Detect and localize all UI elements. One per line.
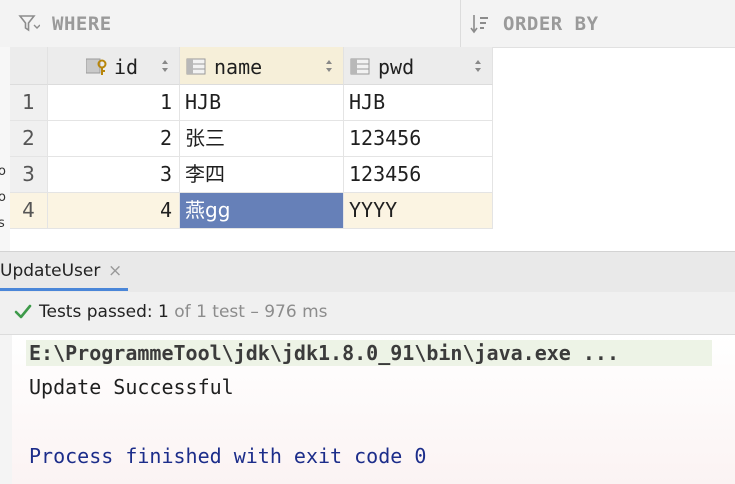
cell-id[interactable]: 1 <box>48 85 180 121</box>
console-exit-line: Process finished with exit code 0 <box>29 444 427 468</box>
test-status-text: Tests passed: 1 of 1 test – 976 ms <box>39 302 328 322</box>
status-prefix: Tests passed: <box>39 302 159 322</box>
sort-arrows-icon[interactable] <box>473 59 483 73</box>
cell-pwd[interactable]: HJB <box>344 85 493 121</box>
active-tab-indicator <box>0 288 128 291</box>
gutter-fragment: s <box>0 216 5 231</box>
status-detail: of 1 test – 976 ms <box>168 302 328 322</box>
check-icon <box>14 304 32 319</box>
run-tab-updateuser[interactable]: UpdateUser × <box>0 252 128 292</box>
cell-name-selected[interactable]: 燕gg <box>180 193 344 229</box>
column-header-pwd[interactable]: pwd <box>344 47 493 85</box>
column-header-label: pwd <box>378 55 415 79</box>
cell-id[interactable]: 2 <box>48 121 180 157</box>
cell-name[interactable]: HJB <box>180 85 344 121</box>
order-by-label: ORDER BY <box>503 13 599 35</box>
sort-arrows-icon[interactable] <box>160 59 170 73</box>
cell-name[interactable]: 张三 <box>180 121 344 157</box>
where-filter-field[interactable]: WHERE <box>0 0 461 47</box>
primary-key-column-icon <box>86 58 107 75</box>
close-icon[interactable]: × <box>108 261 122 281</box>
row-number[interactable]: 2 <box>10 121 48 157</box>
row-number[interactable]: 3 <box>10 157 48 193</box>
cell-id[interactable]: 3 <box>48 157 180 193</box>
filter-funnel-icon <box>18 15 40 32</box>
column-header-name[interactable]: name <box>180 47 344 85</box>
where-label: WHERE <box>52 13 112 35</box>
run-tab-title: UpdateUser <box>0 261 101 281</box>
cell-pwd[interactable]: 123456 <box>344 157 493 193</box>
sort-arrows-icon[interactable] <box>324 59 334 73</box>
cell-name[interactable]: 李四 <box>180 157 344 193</box>
console-output-line: Update Successful <box>29 375 234 399</box>
row-number[interactable]: 4 <box>10 193 48 229</box>
cell-id[interactable]: 4 <box>48 193 180 229</box>
order-by-field[interactable]: ORDER BY <box>461 0 735 47</box>
left-gutter: o o s <box>0 47 10 251</box>
run-tab-bar: UpdateUser × <box>0 251 735 293</box>
console-output[interactable]: E:\ProgrammeTool\jdk\jdk1.8.0_91\bin\jav… <box>0 335 735 484</box>
column-icon <box>350 58 370 75</box>
test-status-bar: Tests passed: 1 of 1 test – 976 ms <box>0 292 735 335</box>
row-number[interactable]: 1 <box>10 85 48 121</box>
column-header-id[interactable]: id <box>48 47 180 85</box>
gutter-fragment: o <box>0 164 6 179</box>
console-command-line[interactable]: E:\ProgrammeTool\jdk\jdk1.8.0_91\bin\jav… <box>26 340 712 366</box>
status-count: 1 <box>158 302 169 322</box>
sort-order-icon <box>470 15 488 34</box>
cell-pwd[interactable]: YYYY <box>344 193 493 229</box>
filter-bar: WHERE ORDER BY <box>0 0 735 48</box>
column-header-label: name <box>214 55 263 79</box>
column-icon <box>186 58 206 75</box>
gutter-fragment: o <box>0 190 6 205</box>
column-header-label: id <box>114 55 139 79</box>
console-gutter <box>0 335 12 484</box>
row-number-header <box>10 47 48 85</box>
cell-pwd[interactable]: 123456 <box>344 121 493 157</box>
